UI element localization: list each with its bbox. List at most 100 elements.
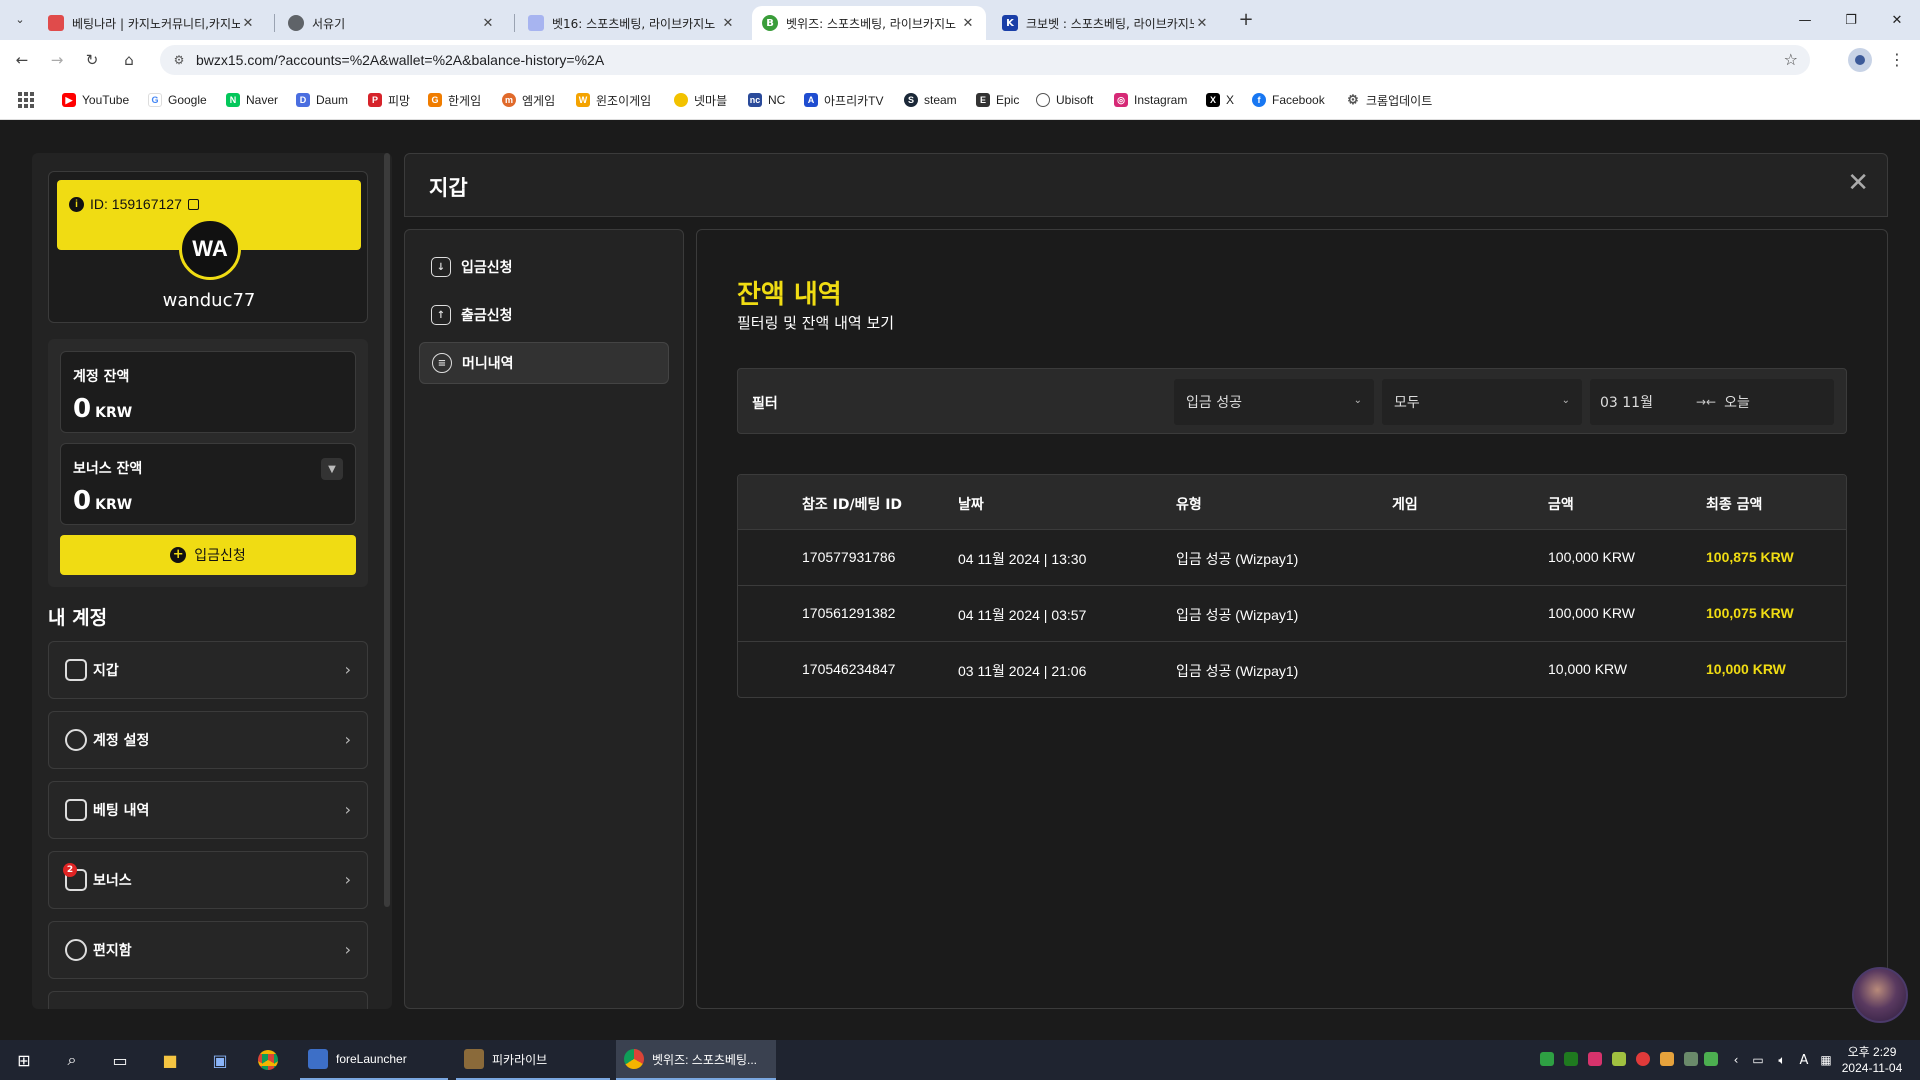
tab-bet16[interactable]: 벳16: 스포츠베팅, 라이브카지노 ✕ [518, 6, 746, 40]
tab-kbobet[interactable]: K 크보벳 : 스포츠베팅, 라이브카지노 ✕ [992, 6, 1220, 40]
restore-icon[interactable]: ❐ [1828, 0, 1874, 40]
close-tab-icon[interactable]: ✕ [720, 16, 736, 31]
nvidia-icon[interactable] [1704, 1052, 1718, 1066]
bookmark-x[interactable]: XX [1206, 91, 1234, 109]
date-to[interactable]: 오늘 [1724, 392, 1750, 412]
close-icon[interactable]: ✕ [1847, 168, 1869, 198]
scope-select-value: 모두 [1394, 395, 1420, 411]
tab-betwiz[interactable]: B 벳위즈: 스포츠베팅, 라이브카지노 ✕ [752, 6, 986, 40]
menu-item-label: 보너스 [93, 873, 132, 889]
menu-item-partial[interactable] [48, 991, 368, 1009]
bookmark-pmang[interactable]: P 피망 [368, 91, 410, 109]
bookmark-label: X [1226, 93, 1235, 107]
date-range-picker[interactable]: 03 11월 →← 오늘 [1590, 379, 1834, 425]
app-tray-icon[interactable] [1660, 1052, 1674, 1066]
bookmark-mgame[interactable]: m 엠게임 [502, 91, 555, 109]
taskbar-app-forelauncher[interactable]: foreLauncher [300, 1040, 448, 1080]
wallet-nav-money-history[interactable]: ≡ 머니내역 [419, 342, 669, 384]
date-from[interactable]: 03 11월 [1600, 392, 1696, 412]
shield-icon[interactable] [1540, 1052, 1554, 1066]
bookmark-daum[interactable]: D Daum [296, 91, 348, 109]
wallet-header: 지갑 ✕ [404, 153, 1888, 217]
address-bar[interactable]: ⚙ bwzx15.com/?accounts=%2A&wallet=%2A&ba… [160, 45, 1810, 75]
bookmark-winjoy[interactable]: W 윈조이게임 [576, 91, 651, 109]
bookmark-chrome-update[interactable]: ⚙ 크롬업데이트 [1346, 91, 1432, 109]
profile-icon[interactable] [1848, 48, 1872, 72]
sidebar-scrollbar[interactable] [384, 153, 390, 907]
apps-grid-icon[interactable] [18, 92, 34, 108]
user-icon [65, 729, 87, 751]
back-icon[interactable]: ← [10, 48, 34, 72]
file-explorer-icon[interactable]: ■ [158, 1048, 182, 1072]
wallet-nav-withdraw[interactable]: ↑ 출금신청 [419, 294, 669, 336]
new-tab-button[interactable]: + [1234, 8, 1258, 32]
final-amount: 100,875 KRW [1706, 549, 1794, 565]
tab-seoyugi[interactable]: 서유기 ✕ [278, 6, 506, 40]
close-tab-icon[interactable]: ✕ [480, 16, 496, 31]
system-clock[interactable]: 오후 2:29 2024-11-04 [1832, 1044, 1912, 1076]
task-view-icon[interactable]: ▭ [108, 1048, 132, 1072]
chat-support-avatar[interactable] [1852, 967, 1908, 1023]
taskbar-app-chrome-betwiz[interactable]: 벳위즈: 스포츠베팅... [616, 1040, 776, 1080]
bookmark-youtube[interactable]: ▶ YouTube [62, 91, 129, 109]
bookmark-epic[interactable]: E Epic [976, 91, 1019, 109]
chevron-down-icon[interactable]: ▼ [321, 458, 343, 480]
security-icon[interactable] [1564, 1052, 1578, 1066]
scope-select[interactable]: 모두 ⌄ [1382, 379, 1582, 425]
network-icon[interactable]: ▭ [1746, 1048, 1770, 1072]
bonus-balance-card: 보너스 잔액 ▼ 0 KRW [60, 443, 356, 525]
wallet-nav-deposit[interactable]: ↓ 입금신청 [419, 246, 669, 288]
bookmark-afreecatv[interactable]: A 아프리카TV [804, 91, 884, 109]
windows-start-icon[interactable]: ⊞ [12, 1048, 36, 1072]
media-icon[interactable] [1588, 1052, 1602, 1066]
bookmark-star-icon[interactable]: ☆ [1784, 50, 1798, 69]
close-tab-icon[interactable]: ✕ [240, 16, 256, 31]
bookmark-facebook[interactable]: f Facebook [1252, 91, 1325, 109]
tab-search-icon[interactable]: ⌄ [10, 10, 30, 30]
bookmark-naver[interactable]: N Naver [226, 91, 278, 109]
tab-title: 베팅나라 | 카지노커뮤니티,카지노 [72, 16, 240, 31]
epic-icon: E [976, 93, 990, 107]
copy-icon[interactable] [187, 198, 199, 210]
wallet-nav-label: 머니내역 [462, 356, 514, 372]
home-icon[interactable]: ⌂ [117, 48, 141, 72]
info-icon: i [69, 196, 84, 212]
date: 03 11월 2024 | 21:06 [958, 663, 1087, 679]
chrome-icon[interactable] [256, 1048, 280, 1072]
volume-icon[interactable]: 🔈︎ [1770, 1048, 1794, 1072]
app-tray-icon[interactable] [1636, 1052, 1650, 1066]
user-id: i ID: 159167127 [69, 196, 199, 212]
chevron-up-icon[interactable]: ‹ [1724, 1048, 1748, 1072]
deposit-button[interactable]: + 입금신청 [60, 535, 356, 575]
bookmark-netmarble[interactable]: 넷마블 [674, 91, 727, 109]
type-select[interactable]: 입금 성공 ⌄ [1174, 379, 1374, 425]
minimize-icon[interactable]: — [1782, 0, 1828, 40]
bookmark-nc[interactable]: nc NC [748, 91, 785, 109]
bookmark-google[interactable]: G Google [148, 91, 207, 109]
store-icon[interactable]: ▣ [208, 1048, 232, 1072]
bookmark-instagram[interactable]: ◎ Instagram [1114, 91, 1187, 109]
bookmark-ubisoft[interactable]: Ubisoft [1036, 91, 1093, 109]
tab-bettingnara[interactable]: 베팅나라 | 카지노커뮤니티,카지노 ✕ [38, 6, 266, 40]
bookmark-hangame[interactable]: G 한게임 [428, 91, 481, 109]
reload-icon[interactable]: ↻ [80, 48, 104, 72]
menu-item-account-settings[interactable]: 계정 설정 › [48, 711, 368, 769]
menu-item-bonus[interactable]: 2 보너스 › [48, 851, 368, 909]
menu-item-inbox[interactable]: 편지함 › [48, 921, 368, 979]
bookmark-steam[interactable]: Ssteam [904, 91, 957, 109]
bonus-balance-value: 0 [73, 486, 92, 516]
menu-item-wallet[interactable]: 지갑 › [48, 641, 368, 699]
forward-icon[interactable]: → [45, 48, 69, 72]
close-tab-icon[interactable]: ✕ [960, 16, 976, 31]
url-text[interactable]: bwzx15.com/?accounts=%2A&wallet=%2A&bala… [196, 52, 604, 68]
app-tray-icon[interactable] [1684, 1052, 1698, 1066]
close-tab-icon[interactable]: ✕ [1194, 16, 1210, 31]
close-window-icon[interactable]: ✕ [1874, 0, 1920, 40]
taskbar-app-pikalive[interactable]: 피카라이브 [456, 1040, 610, 1080]
chrome-menu-icon[interactable]: ⋮ [1888, 48, 1906, 72]
vaccine-icon[interactable] [1612, 1052, 1626, 1066]
menu-item-betting-history[interactable]: 베팅 내역 › [48, 781, 368, 839]
site-info-icon[interactable]: ⚙ [166, 53, 192, 67]
ime-icon[interactable]: A [1792, 1048, 1816, 1072]
search-icon[interactable]: ⌕ [60, 1048, 84, 1072]
